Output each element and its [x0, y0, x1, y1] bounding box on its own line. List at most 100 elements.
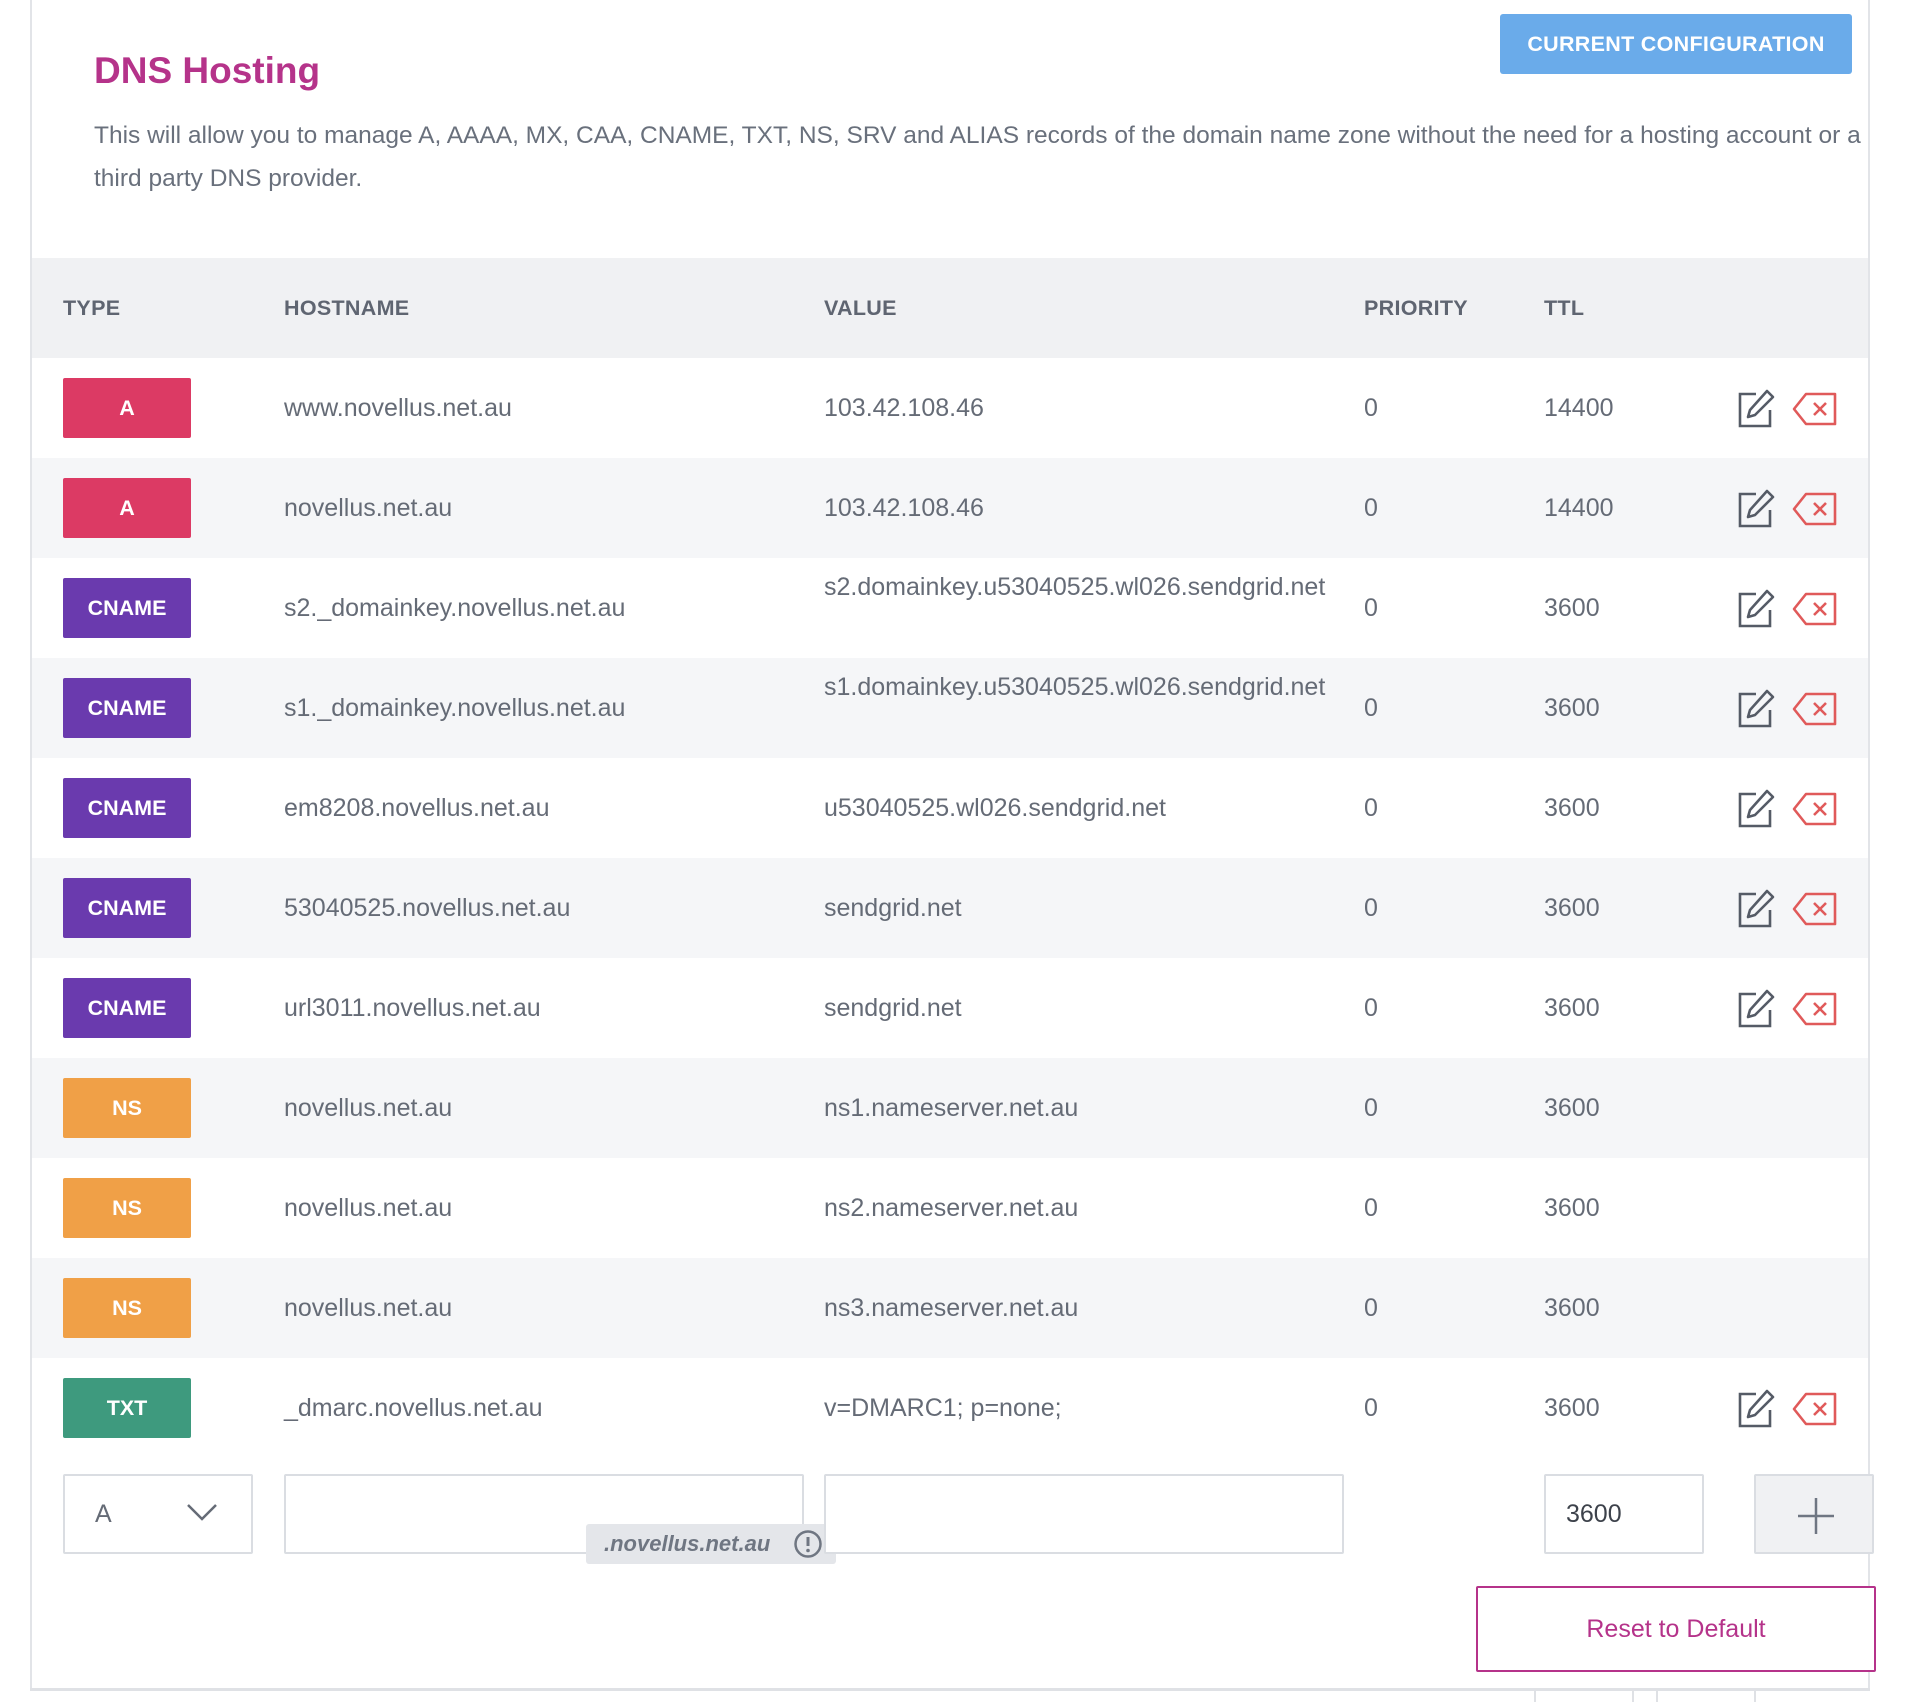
record-priority: 0 [1364, 894, 1378, 922]
record-ttl: 3600 [1544, 594, 1600, 622]
table-row: CNAME url3011.novellus.net.au sendgrid.net… [32, 958, 1868, 1058]
edit-icon[interactable] [1734, 688, 1776, 730]
record-value: sendgrid.net [824, 894, 962, 922]
table-row: Awww.novellus.net.au 103.42.108.46 0 14400 [32, 358, 1868, 458]
edit-icon[interactable] [1734, 488, 1776, 530]
record-value: v=DMARC1; p=none; [824, 1394, 1062, 1422]
column-header-hostname: HOSTNAME [284, 296, 410, 320]
record-type-badge: A [63, 378, 191, 438]
record-ttl: 3600 [1544, 1094, 1600, 1122]
dns-hosting-panel: DNS Hosting This will allow you to manag… [30, 0, 1876, 1688]
record-hostname: www.novellus.net.au [284, 394, 512, 422]
record-ttl: 3600 [1544, 1394, 1600, 1422]
record-priority: 0 [1364, 1194, 1378, 1222]
record-type-badge: CNAME [63, 878, 191, 938]
record-type-select[interactable]: A [63, 1474, 253, 1554]
reset-to-default-button[interactable]: Reset to Default [1476, 1586, 1876, 1672]
record-priority: 0 [1364, 694, 1378, 722]
delete-icon[interactable] [1792, 792, 1838, 826]
edit-icon[interactable] [1734, 988, 1776, 1030]
hostname-suffix-badge: .novellus.net.au [586, 1524, 836, 1564]
delete-icon[interactable] [1792, 492, 1838, 526]
record-value: ns3.nameserver.net.au [824, 1294, 1079, 1322]
current-configuration-button[interactable]: CURRENT CONFIGURATION [1500, 14, 1852, 74]
record-type-badge: CNAME [63, 978, 191, 1038]
edit-icon[interactable] [1734, 588, 1776, 630]
record-type-badge: CNAME [63, 778, 191, 838]
page-description: This will allow you to manage A, AAAA, M… [94, 122, 1861, 192]
record-ttl: 3600 [1544, 1194, 1600, 1222]
record-hostname: s2._domainkey.novellus.net.au [284, 594, 626, 622]
hostname-suffix-text: .novellus.net.au [604, 1531, 771, 1556]
record-ttl: 3600 [1544, 794, 1600, 822]
record-priority: 0 [1364, 1094, 1378, 1122]
column-header-ttl: TTL [1544, 296, 1585, 320]
record-hostname: novellus.net.au [284, 1194, 453, 1222]
edit-icon[interactable] [1734, 388, 1776, 430]
record-ttl: 3600 [1544, 694, 1600, 722]
record-value: s1.domainkey.u53040525.wl026.sendgrid.ne… [824, 673, 1326, 701]
record-type-badge: NS [63, 1078, 191, 1138]
record-hostname: novellus.net.au [284, 1294, 453, 1322]
value-input[interactable] [824, 1474, 1344, 1554]
record-hostname: s1._domainkey.novellus.net.au [284, 694, 626, 722]
record-type-badge: CNAME [63, 578, 191, 638]
record-priority: 0 [1364, 994, 1378, 1022]
column-header-type: TYPE [63, 296, 121, 320]
table-row: TXT _dmarc.novellus.net.au v=DMARC1; p=non… [32, 1358, 1868, 1458]
edit-icon[interactable] [1734, 1388, 1776, 1430]
delete-icon[interactable] [1792, 992, 1838, 1026]
record-priority: 0 [1364, 794, 1378, 822]
table-row: CNAME s2._domainkey.novellus.net.au s2.dom… [32, 558, 1868, 658]
bottom-tab [1534, 1691, 1634, 1702]
record-ttl: 3600 [1544, 1294, 1600, 1322]
record-type-badge: NS [63, 1278, 191, 1338]
record-type-badge: NS [63, 1178, 191, 1238]
record-hostname: novellus.net.au [284, 494, 453, 522]
record-type-badge: TXT [63, 1378, 191, 1438]
delete-icon[interactable] [1792, 1392, 1838, 1426]
delete-icon[interactable] [1792, 392, 1838, 426]
record-hostname: _dmarc.novellus.net.au [284, 1394, 543, 1422]
edit-icon[interactable] [1734, 788, 1776, 830]
record-priority: 0 [1364, 1294, 1378, 1322]
record-ttl: 3600 [1544, 894, 1600, 922]
record-value: ns2.nameserver.net.au [824, 1194, 1079, 1222]
record-type-value: A [95, 1500, 112, 1528]
record-priority: 0 [1364, 594, 1378, 622]
delete-icon[interactable] [1792, 892, 1838, 926]
record-hostname: 53040525.novellus.net.au [284, 894, 571, 922]
record-value: ns1.nameserver.net.au [824, 1094, 1079, 1122]
record-value: u53040525.wl026.sendgrid.net [824, 794, 1166, 822]
record-priority: 0 [1364, 394, 1378, 422]
ttl-input-value: 3600 [1566, 1500, 1622, 1528]
column-header-priority: PRIORITY [1364, 296, 1468, 320]
add-record-button[interactable] [1754, 1474, 1874, 1554]
record-type-badge: CNAME [63, 678, 191, 738]
record-value: s2.domainkey.u53040525.wl026.sendgrid.ne… [824, 573, 1326, 601]
edit-icon[interactable] [1734, 888, 1776, 930]
record-value: 103.42.108.46 [824, 394, 984, 422]
table-header: TYPE HOSTNAME VALUE PRIORITY TTL [32, 258, 1868, 358]
bottom-tab [1656, 1691, 1756, 1702]
record-hostname: url3011.novellus.net.au [284, 994, 541, 1022]
record-priority: 0 [1364, 1394, 1378, 1422]
record-hostname: em8208.novellus.net.au [284, 794, 550, 822]
column-header-value: VALUE [824, 296, 897, 320]
record-ttl: 3600 [1544, 994, 1600, 1022]
table-row: Anovellus.net.au 103.42.108.46 0 14400 [32, 458, 1868, 558]
record-ttl: 14400 [1544, 394, 1614, 422]
page-title: DNS Hosting [94, 50, 321, 91]
table-row: NS novellus.net.au ns1.nameserver.net.au 0 3… [32, 1058, 1868, 1158]
record-hostname: novellus.net.au [284, 1094, 453, 1122]
exclamation-circle-icon[interactable] [793, 1529, 823, 1559]
delete-icon[interactable] [1792, 692, 1838, 726]
delete-icon[interactable] [1792, 592, 1838, 626]
record-ttl: 14400 [1544, 494, 1614, 522]
plus-icon [1798, 1498, 1834, 1534]
chevron-down-icon [187, 1504, 217, 1521]
table-row: NS novellus.net.au ns2.nameserver.net.au 0 3… [32, 1158, 1868, 1258]
record-type-badge: A [63, 478, 191, 538]
ttl-input[interactable]: 3600 [1544, 1474, 1704, 1554]
table-row: CNAME s1._domainkey.novellus.net.au s1.dom… [32, 658, 1868, 758]
